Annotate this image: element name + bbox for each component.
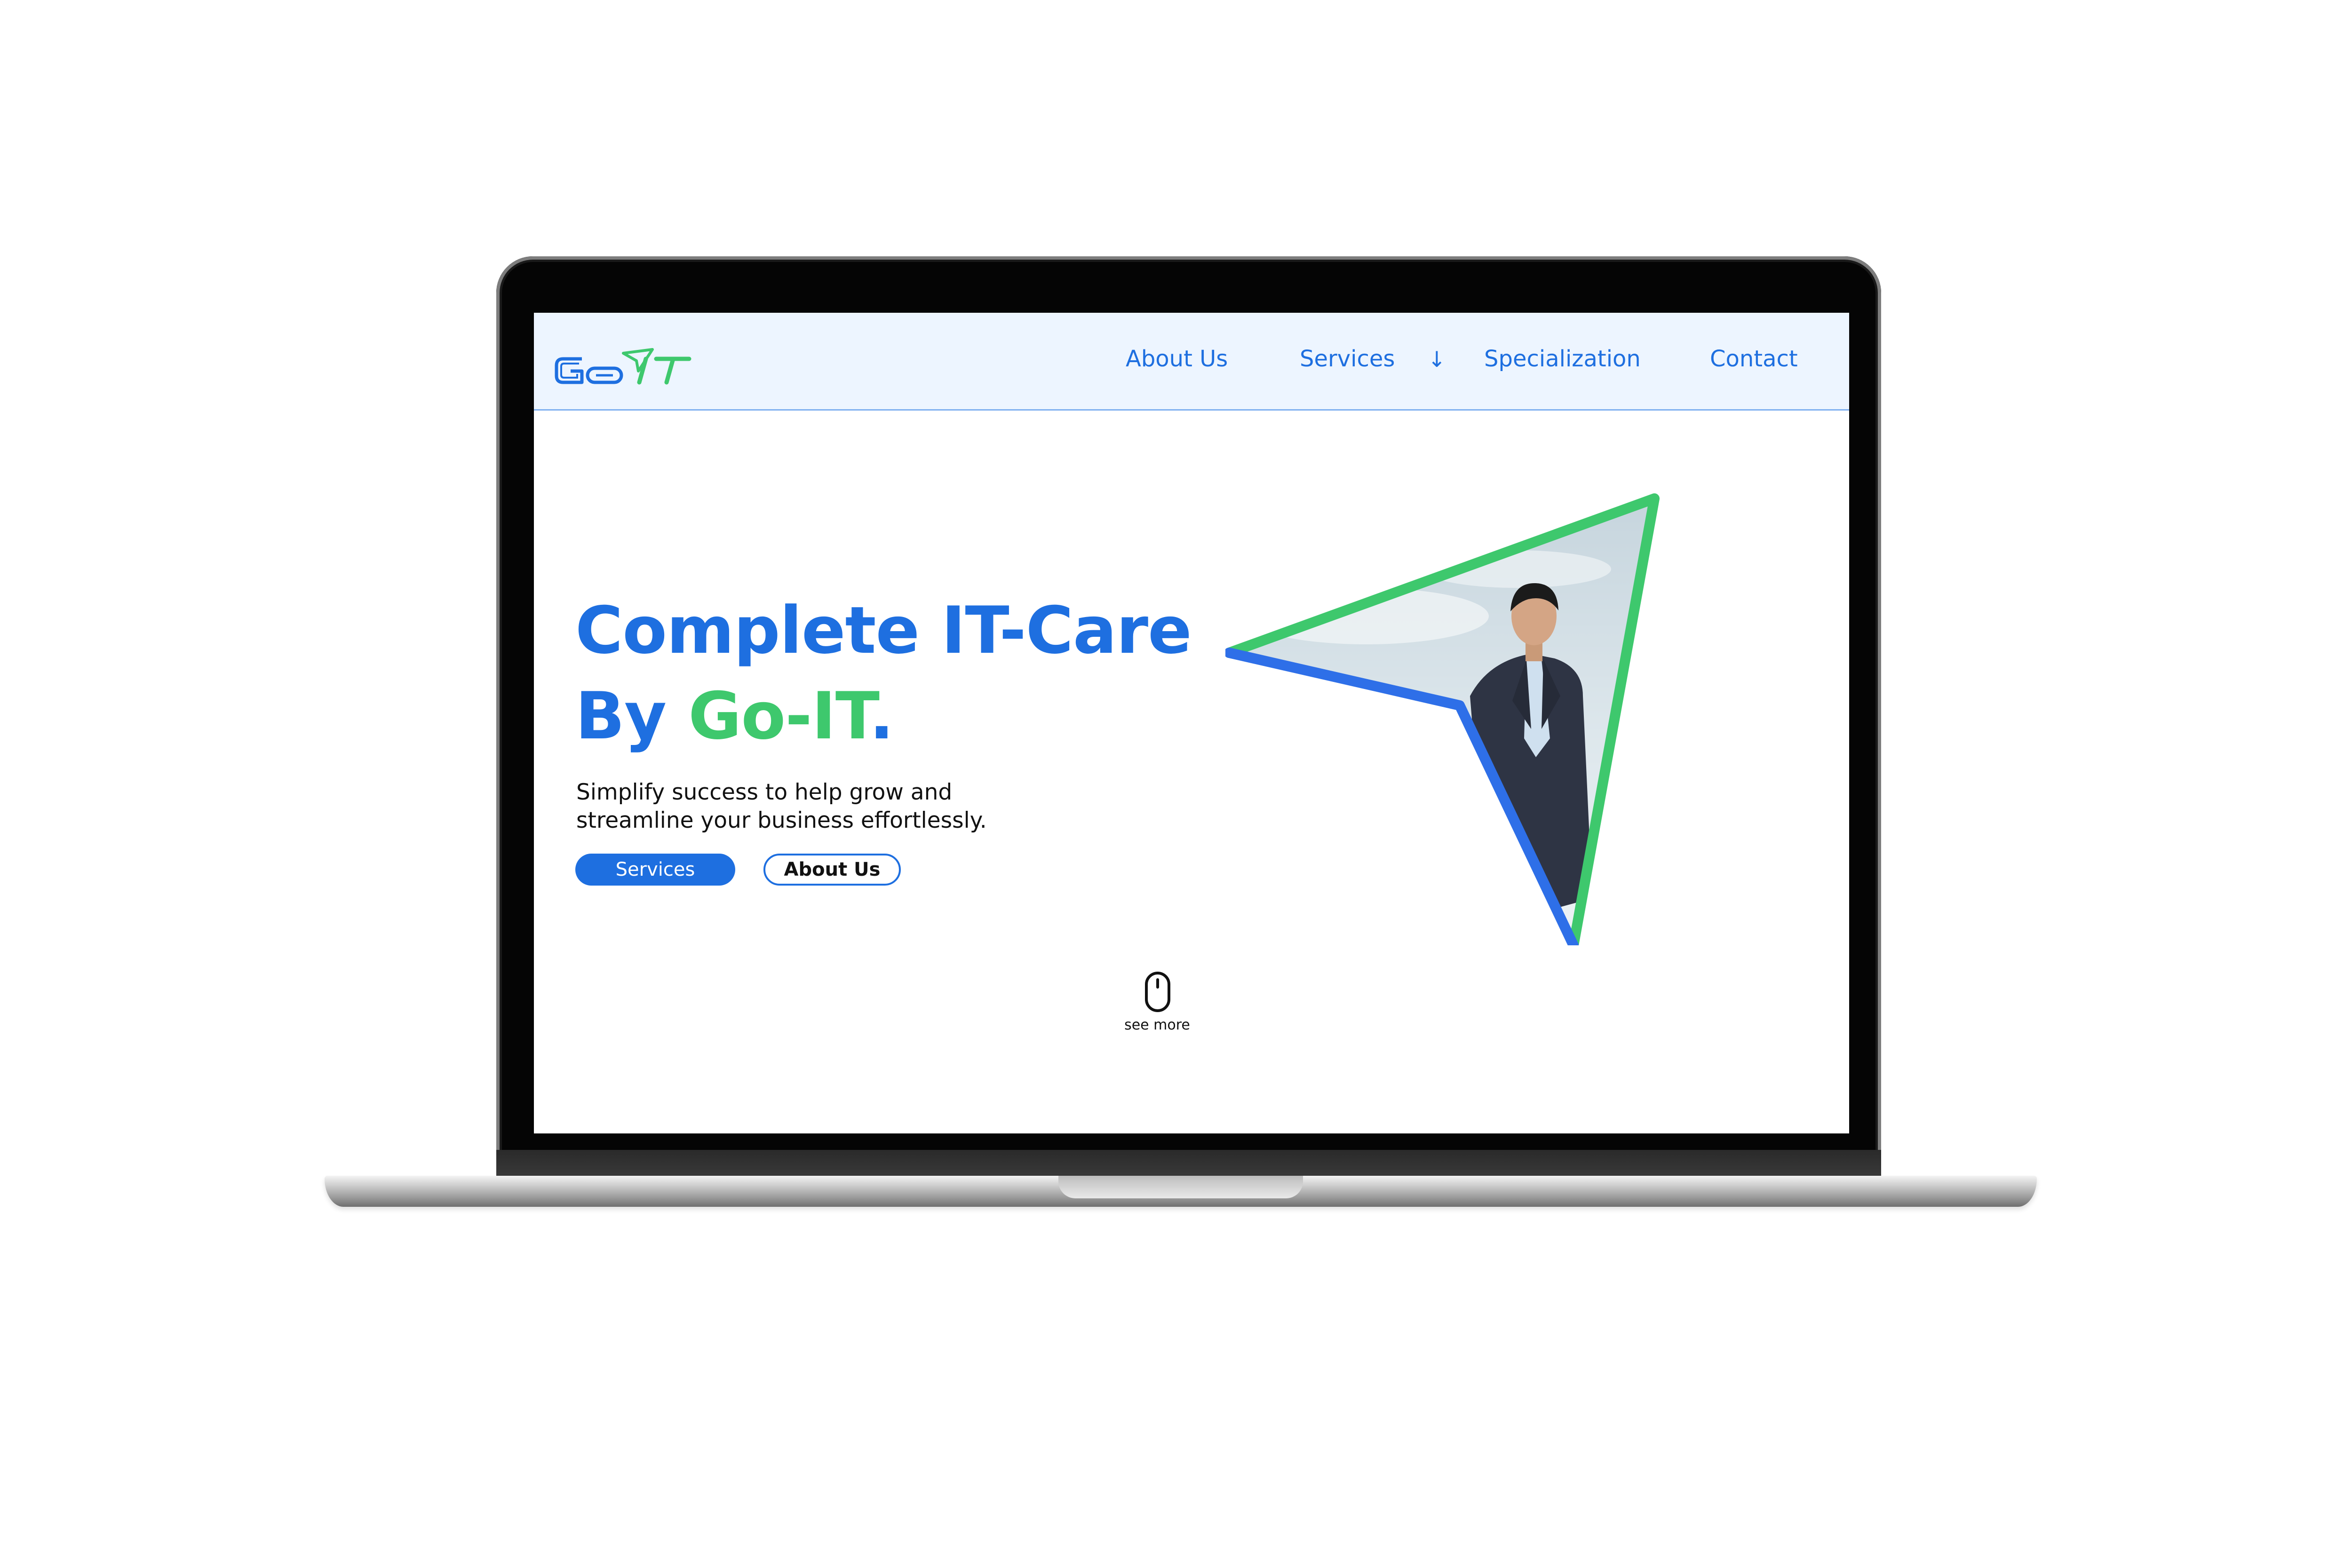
hero-title-prefix: By <box>575 678 689 754</box>
hero-title-suffix: . <box>869 678 894 754</box>
hero-subtitle-line1: Simplify success to help grow and <box>576 779 953 805</box>
see-more-label[interactable]: see more <box>1110 1017 1204 1033</box>
laptop-chin <box>496 1150 1881 1178</box>
navbar: About Us Services ↓ Specialization Conta… <box>534 313 1849 411</box>
hero-subtitle-line2: streamline your business effortlessly. <box>576 808 987 833</box>
arrow-down-icon[interactable]: ↓ <box>1428 347 1446 372</box>
mouse-icon[interactable] <box>1144 971 1172 1014</box>
hero-title: Complete IT-Care By Go-IT. <box>575 588 1192 759</box>
website-screen: About Us Services ↓ Specialization Conta… <box>534 313 1849 1133</box>
hero-title-line2: By Go-IT. <box>575 673 1192 759</box>
nav-services[interactable]: Services <box>1300 346 1395 372</box>
go-it-logo[interactable] <box>553 345 694 392</box>
laptop-mockup-scene: About Us Services ↓ Specialization Conta… <box>0 0 2352 1568</box>
nav-contact[interactable]: Contact <box>1710 346 1798 372</box>
nav-about-us[interactable]: About Us <box>1126 346 1228 372</box>
services-button[interactable]: Services <box>575 854 735 886</box>
hero-triangle-image <box>1225 493 1660 945</box>
hero-title-line1: Complete IT-Care <box>575 593 1192 668</box>
nav-specialization[interactable]: Specialization <box>1484 346 1641 372</box>
laptop-notch <box>1058 1176 1303 1198</box>
hero-title-brand: Go-IT <box>688 678 870 754</box>
about-us-button[interactable]: About Us <box>763 854 901 886</box>
hero-subtitle: Simplify success to help grow and stream… <box>576 778 1141 835</box>
